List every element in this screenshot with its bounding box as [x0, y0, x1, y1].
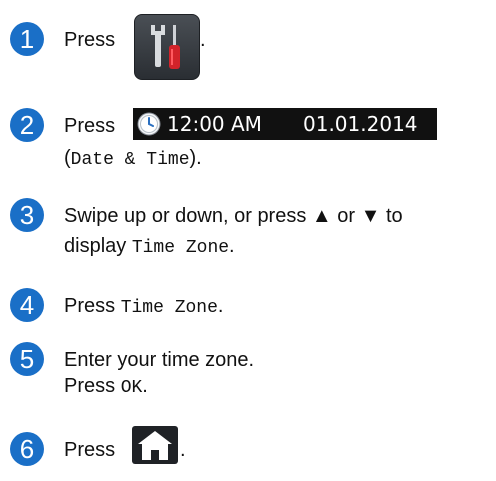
step-text-line2: Press OK.	[64, 374, 148, 400]
step-text: Press	[64, 28, 115, 52]
step-end: .	[217, 295, 224, 317]
step-2: 2 Press 12:00 AM 01.01.2014 (Date & Time…	[0, 108, 496, 178]
step-end: .	[229, 235, 235, 257]
step-end: .	[142, 375, 148, 397]
step-lead: Press	[64, 29, 116, 51]
step-text-line2: display Time Zone.	[64, 234, 235, 260]
step-1: 1 Press .	[0, 14, 496, 86]
step-lead: Press	[64, 115, 116, 137]
step-number: 2	[10, 108, 44, 142]
clock-icon	[137, 112, 161, 136]
step-text: Press	[64, 375, 116, 397]
tools-icon	[151, 25, 180, 69]
step-number: 5	[10, 342, 44, 376]
step-text-line2: (Date & Time).	[64, 146, 202, 172]
paren-open: (	[64, 147, 71, 169]
step-lead: Press	[64, 439, 116, 461]
date-time-label: Date & Time	[70, 150, 190, 170]
date-display: 01.01.2014	[303, 112, 418, 136]
time-zone-label: Time Zone	[120, 298, 218, 318]
step-6: 6 Press .	[0, 426, 496, 478]
step-5: 5 Enter your time zone. Press OK.	[0, 342, 496, 412]
ok-label: OK	[120, 378, 143, 398]
step-number: 1	[10, 22, 44, 56]
home-icon	[138, 431, 172, 460]
step-text-line1: Swipe up or down, or press ▲ or ▼ to	[64, 205, 403, 227]
step-3: 3 Swipe up or down, or press ▲ or ▼ to d…	[0, 198, 496, 268]
step-text: display	[64, 235, 127, 257]
step-text-line1: Enter your time zone.	[64, 349, 255, 371]
step-trail: .	[200, 29, 206, 51]
step-text: Press	[64, 114, 115, 138]
tools-button[interactable]	[134, 14, 200, 80]
home-button[interactable]	[132, 426, 178, 464]
step-trail: .	[180, 439, 186, 461]
step-text: Press	[64, 438, 115, 462]
step-lead: Press	[64, 295, 116, 317]
step-text: Press Time Zone.	[64, 294, 223, 320]
step-number: 4	[10, 288, 44, 322]
time-display: 12:00 AM	[167, 112, 262, 136]
paren-close: ).	[189, 147, 202, 169]
time-zone-label: Time Zone	[131, 238, 230, 258]
date-time-button[interactable]: 12:00 AM 01.01.2014	[133, 108, 437, 140]
step-number: 6	[10, 432, 44, 466]
step-4: 4 Press Time Zone.	[0, 288, 496, 328]
step-number: 3	[10, 198, 44, 232]
